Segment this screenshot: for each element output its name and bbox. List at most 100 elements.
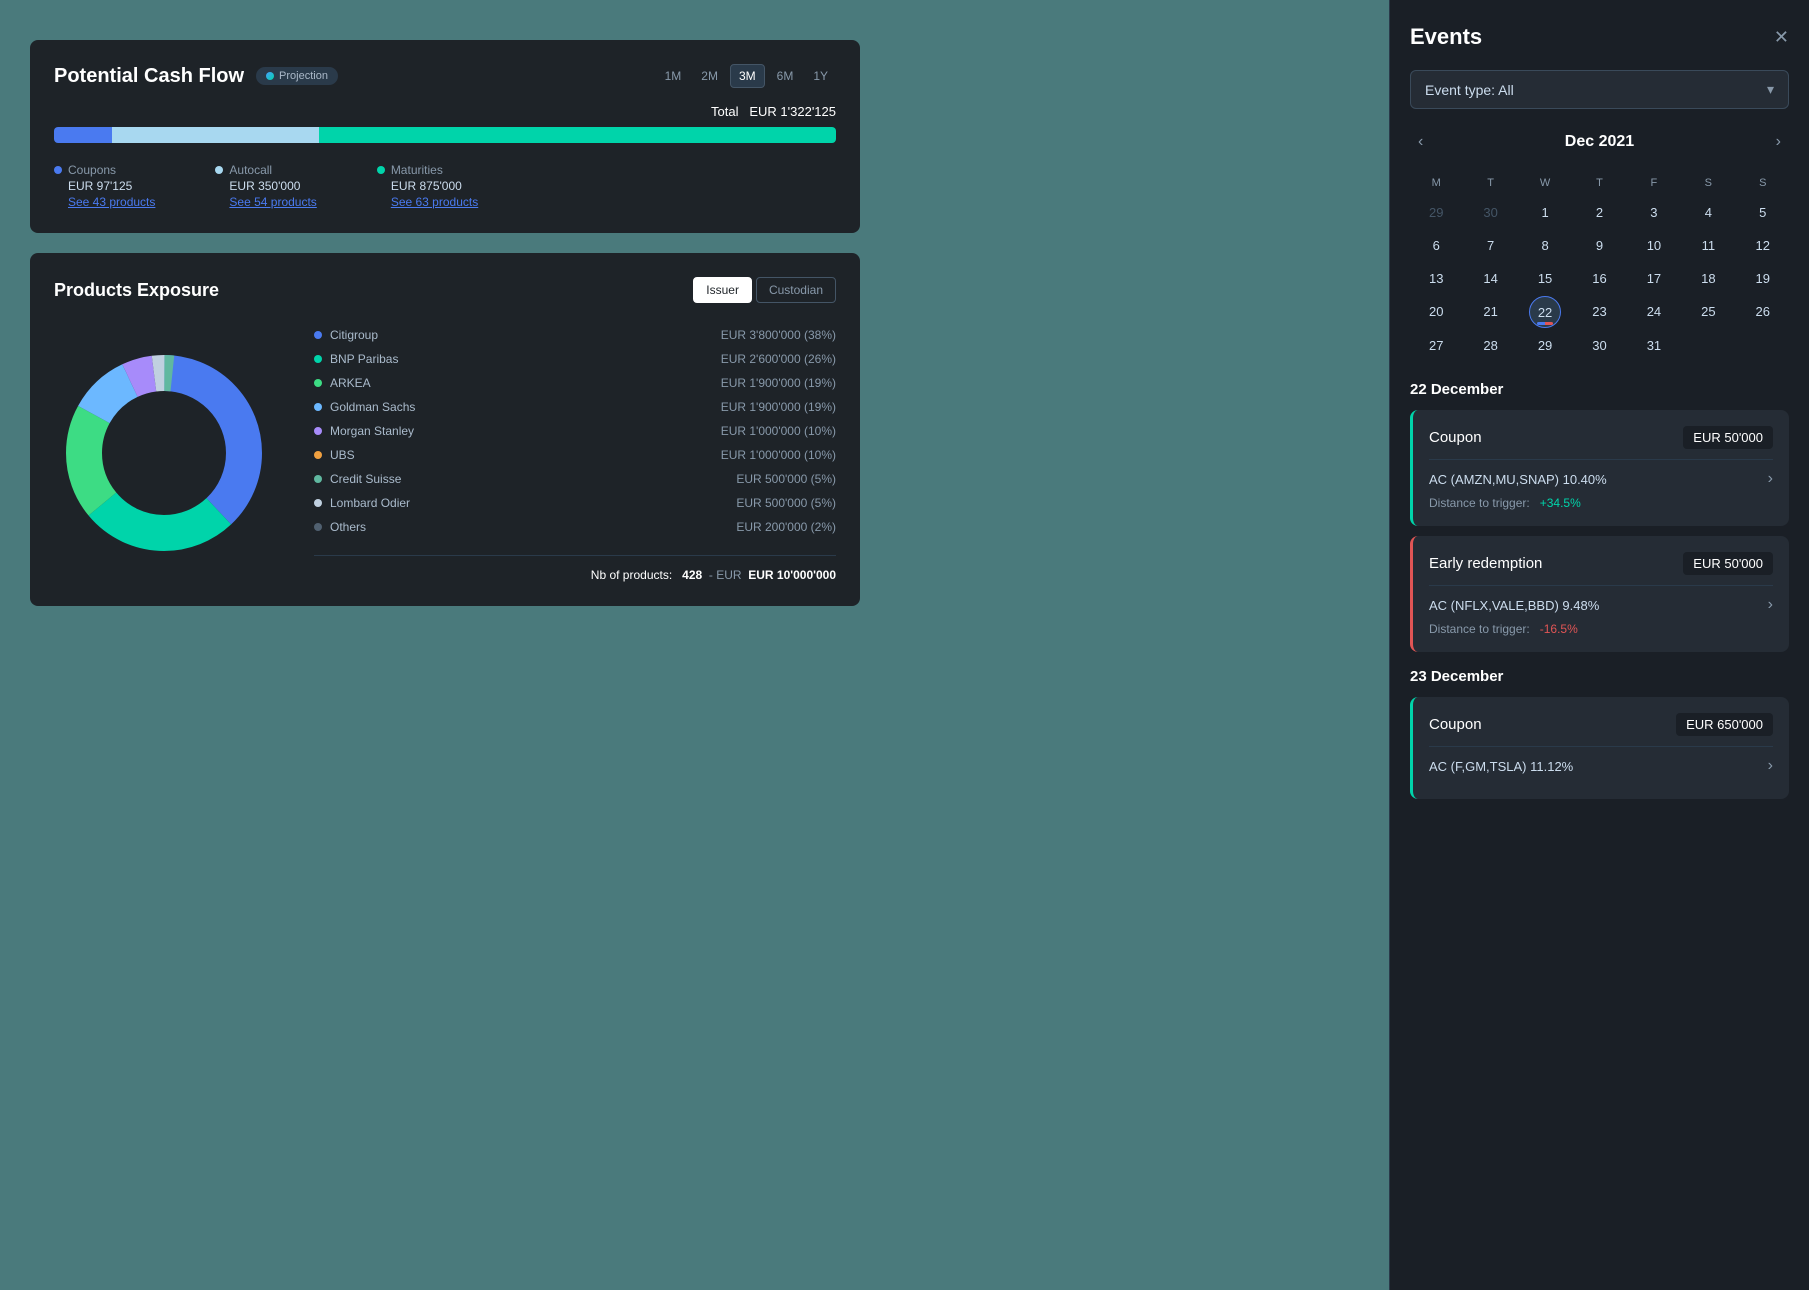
name-citigroup: Citigroup bbox=[330, 328, 378, 342]
cal-day-18[interactable]: 18 bbox=[1682, 263, 1734, 294]
see-maturities-link[interactable]: See 63 products bbox=[377, 195, 478, 209]
cal-day-22[interactable]: 22 bbox=[1529, 296, 1561, 328]
cal-day-5[interactable]: 5 bbox=[1737, 197, 1789, 228]
products-exposure-card: Products Exposure Issuer Custodian bbox=[30, 253, 860, 606]
legend-dot-autocall bbox=[215, 166, 223, 174]
cal-day-20[interactable]: 20 bbox=[1410, 296, 1462, 328]
cal-day-9[interactable]: 9 bbox=[1573, 230, 1625, 261]
name-bnp: BNP Paribas bbox=[330, 352, 398, 366]
cal-day-29[interactable]: 29 bbox=[1519, 330, 1571, 361]
cal-day-28[interactable]: 28 bbox=[1464, 330, 1516, 361]
event-type-coupon-23: Coupon bbox=[1429, 716, 1482, 733]
cal-day-8[interactable]: 8 bbox=[1519, 230, 1571, 261]
cal-day-24[interactable]: 24 bbox=[1628, 296, 1680, 328]
footer-value: EUR 10'000'000 bbox=[748, 568, 836, 582]
event-card-coupon-23-header: Coupon EUR 650'000 bbox=[1429, 713, 1773, 736]
cal-day-27[interactable]: 27 bbox=[1410, 330, 1462, 361]
cal-day-1[interactable]: 1 bbox=[1519, 197, 1571, 228]
issuer-button[interactable]: Issuer bbox=[693, 277, 752, 303]
cal-day-10[interactable]: 10 bbox=[1628, 230, 1680, 261]
issuer-row-goldman: Goldman Sachs EUR 1'900'000 (19%) bbox=[314, 395, 836, 419]
dot-bnp bbox=[314, 355, 322, 363]
calendar-grid: M T W T F S S 29 30 1 2 3 4 5 6 7 8 9 10… bbox=[1410, 171, 1789, 361]
cal-day-14[interactable]: 14 bbox=[1464, 263, 1516, 294]
event-card-coupon-23: Coupon EUR 650'000 AC (F,GM,TSLA) 11.12%… bbox=[1410, 697, 1789, 799]
dot-lombard bbox=[314, 499, 322, 507]
dot-others bbox=[314, 523, 322, 531]
calendar-next-button[interactable]: › bbox=[1768, 129, 1789, 155]
value-others: EUR 200'000 (2%) bbox=[736, 520, 836, 534]
value-bnp: EUR 2'600'000 (26%) bbox=[721, 352, 836, 366]
cal-day-16[interactable]: 16 bbox=[1573, 263, 1625, 294]
trigger-value-redemption-22: -16.5% bbox=[1540, 622, 1578, 636]
cal-day-nov29[interactable]: 29 bbox=[1410, 197, 1462, 228]
event-card-coupon-22-header: Coupon EUR 50'000 bbox=[1429, 426, 1773, 449]
cal-day-11[interactable]: 11 bbox=[1682, 230, 1734, 261]
cal-day-3[interactable]: 3 bbox=[1628, 197, 1680, 228]
name-morgan: Morgan Stanley bbox=[330, 424, 414, 438]
cal-day-21[interactable]: 21 bbox=[1464, 296, 1516, 328]
cal-day-15[interactable]: 15 bbox=[1519, 263, 1571, 294]
cal-day-12[interactable]: 12 bbox=[1737, 230, 1789, 261]
time-btn-1y[interactable]: 1Y bbox=[805, 64, 836, 88]
see-coupons-link[interactable]: See 43 products bbox=[54, 195, 155, 209]
cash-flow-header: Potential Cash Flow Projection 1M 2M 3M … bbox=[54, 64, 836, 88]
event-divider-3 bbox=[1429, 746, 1773, 747]
cal-day-2[interactable]: 2 bbox=[1573, 197, 1625, 228]
chevron-right-icon-coupon-23: › bbox=[1768, 757, 1773, 775]
cal-day-4[interactable]: 4 bbox=[1682, 197, 1734, 228]
cal-header-m: M bbox=[1410, 171, 1462, 195]
cal-day-31[interactable]: 31 bbox=[1628, 330, 1680, 361]
cal-day-17[interactable]: 17 bbox=[1628, 263, 1680, 294]
event-amount-redemption-22: EUR 50'000 bbox=[1683, 552, 1773, 575]
close-button[interactable]: ✕ bbox=[1774, 28, 1789, 46]
issuer-row-others: Others EUR 200'000 (2%) bbox=[314, 515, 836, 539]
cal-day-25[interactable]: 25 bbox=[1682, 296, 1734, 328]
legend-dot-maturities bbox=[377, 166, 385, 174]
event-desc-text-coupon-23: AC (F,GM,TSLA) 11.12% bbox=[1429, 759, 1573, 774]
cal-day-23[interactable]: 23 bbox=[1573, 296, 1625, 328]
value-credit-suisse: EUR 500'000 (5%) bbox=[736, 472, 836, 486]
dot-arkea bbox=[314, 379, 322, 387]
event-type-label: Event type: All bbox=[1425, 82, 1514, 98]
issuer-row-arkea: ARKEA EUR 1'900'000 (19%) bbox=[314, 371, 836, 395]
time-btn-2m[interactable]: 2M bbox=[693, 64, 726, 88]
see-autocall-link[interactable]: See 54 products bbox=[215, 195, 316, 209]
progress-coupons bbox=[54, 127, 112, 143]
trigger-label-redemption-22: Distance to trigger: bbox=[1429, 622, 1530, 636]
day-section-23-december: 23 December bbox=[1410, 668, 1789, 685]
cal-day-nov30[interactable]: 30 bbox=[1464, 197, 1516, 228]
legend-autocall: Autocall EUR 350'000 See 54 products bbox=[215, 163, 316, 209]
time-btn-6m[interactable]: 6M bbox=[769, 64, 802, 88]
cal-day-6[interactable]: 6 bbox=[1410, 230, 1462, 261]
dropdown-arrow-icon: ▾ bbox=[1767, 81, 1774, 98]
time-btn-1m[interactable]: 1M bbox=[657, 64, 690, 88]
cal-day-19[interactable]: 19 bbox=[1737, 263, 1789, 294]
cash-flow-legend: Coupons EUR 97'125 See 43 products Autoc… bbox=[54, 163, 836, 209]
name-goldman: Goldman Sachs bbox=[330, 400, 415, 414]
products-content: Citigroup EUR 3'800'000 (38%) BNP Pariba… bbox=[54, 323, 836, 582]
total-value: EUR 1'322'125 bbox=[749, 104, 836, 119]
events-title: Events bbox=[1410, 24, 1482, 50]
cal-day-7[interactable]: 7 bbox=[1464, 230, 1516, 261]
cal-header-s2: S bbox=[1737, 171, 1789, 195]
event-description-coupon-23[interactable]: AC (F,GM,TSLA) 11.12% › bbox=[1429, 757, 1773, 775]
event-description-coupon-22[interactable]: AC (AMZN,MU,SNAP) 10.40% › bbox=[1429, 470, 1773, 488]
time-btn-3m[interactable]: 3M bbox=[730, 64, 765, 88]
dot-goldman bbox=[314, 403, 322, 411]
calendar: ‹ Dec 2021 › M T W T F S S 29 30 1 2 3 4… bbox=[1410, 129, 1789, 361]
progress-bar bbox=[54, 127, 836, 143]
event-trigger-redemption-22: Distance to trigger: -16.5% bbox=[1429, 622, 1773, 636]
cal-day-13[interactable]: 13 bbox=[1410, 263, 1462, 294]
cal-day-26[interactable]: 26 bbox=[1737, 296, 1789, 328]
event-description-redemption-22[interactable]: AC (NFLX,VALE,BBD) 9.48% › bbox=[1429, 596, 1773, 614]
exposure-legend: Citigroup EUR 3'800'000 (38%) BNP Pariba… bbox=[314, 323, 836, 582]
value-goldman: EUR 1'900'000 (19%) bbox=[721, 400, 836, 414]
event-type-dropdown[interactable]: Event type: All ▾ bbox=[1410, 70, 1789, 109]
calendar-prev-button[interactable]: ‹ bbox=[1410, 129, 1431, 155]
trigger-label-coupon-22: Distance to trigger: bbox=[1429, 496, 1530, 510]
custodian-button[interactable]: Custodian bbox=[756, 277, 836, 303]
event-card-coupon-22: Coupon EUR 50'000 AC (AMZN,MU,SNAP) 10.4… bbox=[1410, 410, 1789, 526]
cal-header-t1: T bbox=[1464, 171, 1516, 195]
cal-day-30[interactable]: 30 bbox=[1573, 330, 1625, 361]
